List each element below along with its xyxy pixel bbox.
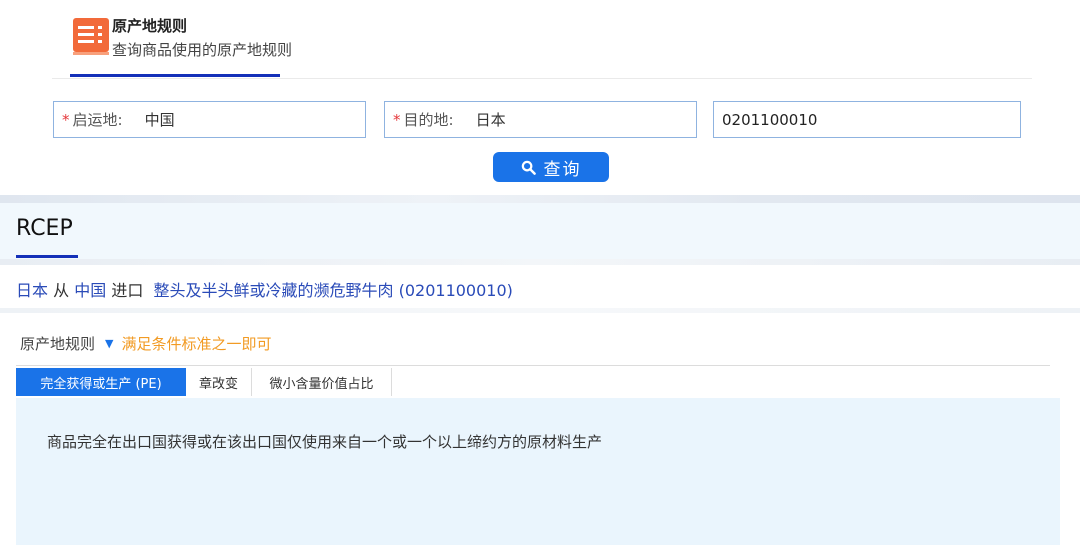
agreement-underline	[16, 255, 78, 258]
tab-pe[interactable]: 完全获得或生产 (PE)	[16, 368, 186, 396]
rules-note: 满足条件标准之一即可	[121, 335, 272, 353]
origin-value: 中国	[144, 111, 175, 129]
route-destination: 日本	[16, 281, 49, 300]
search-button[interactable]: 查询	[493, 152, 609, 182]
hs-code-field[interactable]	[713, 101, 1021, 138]
tab-chapter-change[interactable]: 章改变	[186, 368, 252, 396]
rules-divider	[16, 365, 1050, 366]
origin-label: 启运地:	[72, 111, 123, 129]
page-title: 原产地规则	[112, 17, 188, 35]
rules-label: 原产地规则	[20, 335, 96, 353]
search-icon	[521, 160, 536, 175]
rules-header[interactable]: 原产地规则 ▼ 满足条件标准之一即可	[20, 333, 272, 354]
tab-de-minimis[interactable]: 微小含量价值占比	[252, 368, 392, 396]
hs-code-input[interactable]	[722, 110, 1020, 129]
rule-content-text: 商品完全在出口国获得或在该出口国仅使用来自一个或一个以上缔约方的原材料生产	[47, 433, 603, 451]
required-mark: *	[62, 110, 70, 129]
route-origin: 中国	[74, 281, 107, 300]
search-button-label: 查询	[543, 159, 582, 180]
page-subtitle: 查询商品使用的原产地规则	[112, 41, 293, 59]
required-mark: *	[393, 110, 401, 129]
route-import-word: 进口	[111, 281, 144, 300]
section-band	[0, 308, 1080, 313]
route-summary: 日本 从 中国 进口 整头及半头鲜或冷藏的濒危野牛肉 (0201100010)	[16, 277, 513, 301]
route-from-word: 从	[53, 281, 70, 300]
destination-value: 日本	[475, 111, 506, 129]
active-tab-indicator	[70, 74, 280, 77]
destination-field[interactable]: * 目的地: 日本	[384, 101, 697, 138]
rule-content-panel: 商品完全在出口国获得或在该出口国仅使用来自一个或一个以上缔约方的原材料生产	[16, 398, 1060, 545]
header-divider	[52, 78, 1032, 79]
section-band	[0, 259, 1080, 265]
page: 原产地规则 查询商品使用的原产地规则 * 启运地: 中国 * 目的地: 日本 查…	[0, 0, 1080, 545]
book-icon	[73, 18, 109, 55]
agreement-title: RCEP	[16, 216, 73, 241]
caret-down-icon[interactable]: ▼	[105, 337, 113, 350]
agreement-header: RCEP	[0, 203, 1080, 259]
header: 原产地规则 查询商品使用的原产地规则	[0, 0, 1080, 80]
origin-field[interactable]: * 启运地: 中国	[53, 101, 366, 138]
section-band	[0, 195, 1080, 203]
route-product: 整头及半头鲜或冷藏的濒危野牛肉 (0201100010)	[153, 281, 513, 300]
destination-label: 目的地:	[403, 111, 454, 129]
